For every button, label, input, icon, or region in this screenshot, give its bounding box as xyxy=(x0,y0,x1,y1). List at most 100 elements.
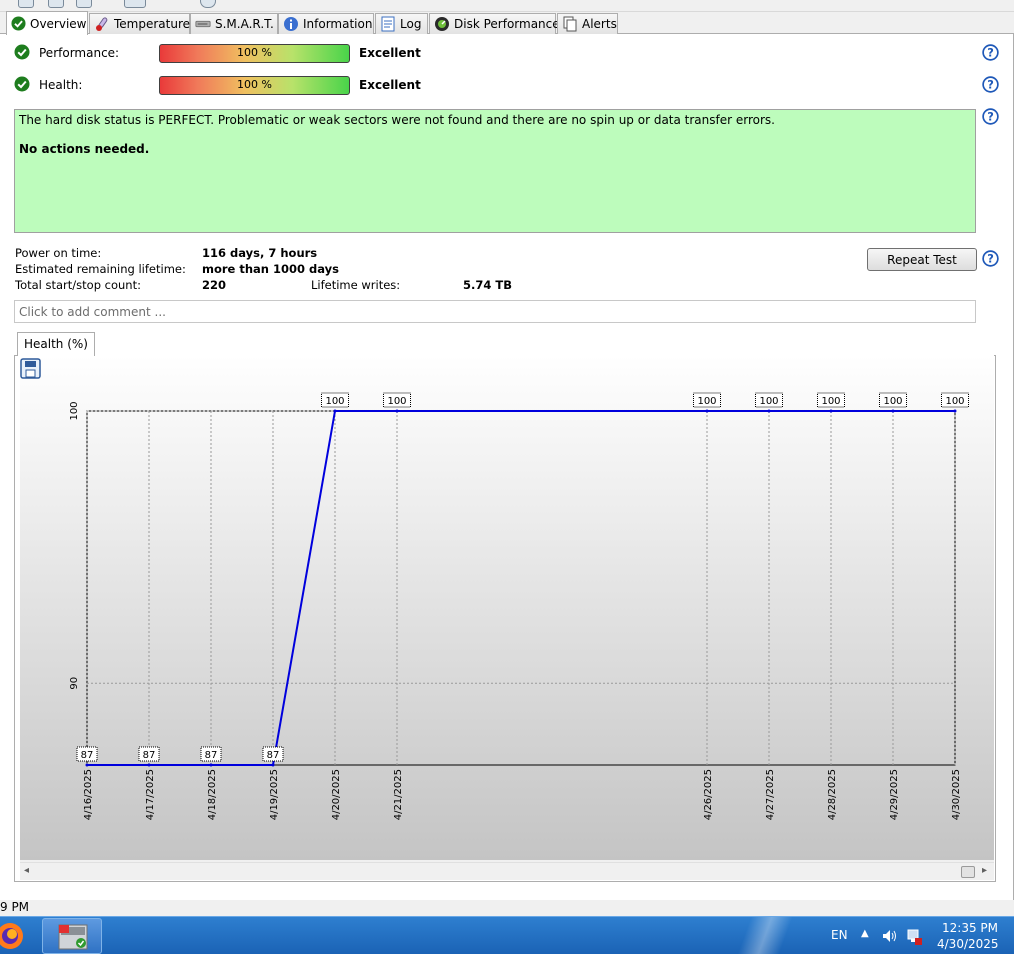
power-on-label: Power on time: xyxy=(15,246,102,260)
data-point xyxy=(209,763,213,767)
writes-label: Lifetime writes: xyxy=(311,278,401,292)
data-label: 87 xyxy=(267,750,280,761)
tab-alerts[interactable]: Alerts xyxy=(557,13,618,34)
firefox-icon[interactable] xyxy=(0,921,28,951)
data-point xyxy=(829,409,833,413)
network-icon[interactable] xyxy=(905,928,923,946)
status-message: The hard disk status is PERFECT. Problem… xyxy=(19,113,775,127)
x-tick-label: 4/26/2025 xyxy=(703,769,714,820)
check-circle-icon xyxy=(14,44,30,60)
x-tick-label: 4/29/2025 xyxy=(889,769,900,820)
log-icon xyxy=(380,16,396,32)
x-tick-label: 4/19/2025 xyxy=(269,769,280,820)
help-icon[interactable]: ? xyxy=(982,44,999,61)
data-label: 100 xyxy=(821,396,840,407)
data-label: 100 xyxy=(945,396,964,407)
status-message-box: The hard disk status is PERFECT. Problem… xyxy=(14,109,976,233)
tab-log[interactable]: Log xyxy=(375,13,428,34)
tab-information[interactable]: Information xyxy=(278,13,374,34)
x-tick-label: 4/30/2025 xyxy=(951,769,962,820)
tab-label: Information xyxy=(303,17,373,31)
writes-value: 5.74 TB xyxy=(463,278,512,292)
taskbar-shine xyxy=(720,917,810,955)
alerts-icon xyxy=(562,16,578,32)
data-label: 100 xyxy=(759,396,778,407)
data-point xyxy=(271,763,275,767)
power-on-value: 116 days, 7 hours xyxy=(202,246,318,260)
data-label: 100 xyxy=(697,396,716,407)
toolbar-button[interactable] xyxy=(200,0,216,8)
toolbar-button[interactable] xyxy=(124,0,146,8)
scroll-thumb[interactable] xyxy=(961,866,975,878)
performance-value: 100 % xyxy=(237,46,272,59)
tab-label: S.M.A.R.T. xyxy=(215,17,274,31)
performance-label: Performance: xyxy=(39,46,120,60)
data-point xyxy=(891,409,895,413)
tab-label: Temperature xyxy=(114,17,191,31)
tab-smart[interactable]: S.M.A.R.T. xyxy=(190,13,278,34)
data-point xyxy=(333,409,337,413)
tab-label: Overview xyxy=(30,16,87,31)
data-point xyxy=(705,409,709,413)
show-hidden-icons-icon[interactable]: ▲ xyxy=(861,928,869,939)
data-point xyxy=(395,409,399,413)
x-tick-label: 4/28/2025 xyxy=(827,769,838,820)
toolbar-button[interactable] xyxy=(76,0,92,8)
startstop-label: Total start/stop count: xyxy=(15,278,141,292)
health-chart: 90 100 4/16/2025 4/17/2025 4/18/2025 4/19/202… xyxy=(20,355,994,862)
data-label: 100 xyxy=(387,396,406,407)
y-tick-label: 100 xyxy=(69,401,80,420)
tab-temperature[interactable]: Temperature xyxy=(89,13,190,34)
data-label: 100 xyxy=(325,396,344,407)
data-point xyxy=(767,409,771,413)
taskbar-app-button[interactable] xyxy=(42,918,102,954)
horizontal-scrollbar[interactable]: ◂ ▸ xyxy=(20,862,994,880)
svg-text:?: ? xyxy=(987,109,994,123)
x-tick-label: 4/17/2025 xyxy=(145,769,156,820)
language-indicator[interactable]: EN xyxy=(831,928,848,942)
clock-time[interactable]: 12:35 PM xyxy=(942,921,998,935)
lifetime-value: more than 1000 days xyxy=(202,262,339,276)
health-value: 100 % xyxy=(237,78,272,91)
data-label: 87 xyxy=(143,750,156,761)
clock-date[interactable]: 4/30/2025 xyxy=(937,937,999,951)
smart-drive-icon xyxy=(195,16,211,32)
performance-bar: 100 % xyxy=(159,44,350,63)
tab-disk-performance[interactable]: Disk Performance xyxy=(429,13,560,34)
hard-disk-sentinel-icon xyxy=(58,924,88,950)
info-icon xyxy=(283,16,299,32)
health-label: Health: xyxy=(39,78,83,92)
help-icon[interactable]: ? xyxy=(982,250,999,267)
x-tick-label: 4/27/2025 xyxy=(765,769,776,820)
data-point xyxy=(953,409,957,413)
svg-text:?: ? xyxy=(987,45,994,59)
tab-label: Disk Performance xyxy=(454,17,560,31)
tab-bar: Overview Temperature S.M.A.R.T. Informat… xyxy=(0,11,1014,35)
startstop-value: 220 xyxy=(202,278,227,292)
performance-rating: Excellent xyxy=(359,46,421,60)
tab-health-chart[interactable]: Health (%) xyxy=(17,332,95,356)
scroll-right-icon[interactable]: ▸ xyxy=(982,865,987,876)
tab-label: Log xyxy=(400,17,422,31)
status-action: No actions needed. xyxy=(19,142,150,156)
x-tick-label: 4/20/2025 xyxy=(331,769,342,820)
repeat-test-button[interactable]: Repeat Test xyxy=(867,248,977,271)
help-icon[interactable]: ? xyxy=(982,76,999,93)
svg-text:?: ? xyxy=(987,251,994,265)
performance-gauge-icon xyxy=(434,16,450,32)
status-line: 9 PM xyxy=(0,900,1014,916)
volume-icon[interactable] xyxy=(881,928,899,944)
data-point xyxy=(85,763,89,767)
toolbar-button[interactable] xyxy=(18,0,34,8)
comment-input[interactable] xyxy=(14,300,976,323)
help-icon[interactable]: ? xyxy=(982,108,999,125)
chart-background xyxy=(20,355,994,862)
health-rating: Excellent xyxy=(359,78,421,92)
x-tick-label: 4/18/2025 xyxy=(207,769,218,820)
scroll-left-icon[interactable]: ◂ xyxy=(24,865,29,876)
status-line-text: 9 PM xyxy=(0,900,30,914)
toolbar-button[interactable] xyxy=(48,0,64,8)
tab-overview[interactable]: Overview xyxy=(6,11,88,35)
data-label: 100 xyxy=(883,396,902,407)
save-icon[interactable] xyxy=(20,358,41,379)
